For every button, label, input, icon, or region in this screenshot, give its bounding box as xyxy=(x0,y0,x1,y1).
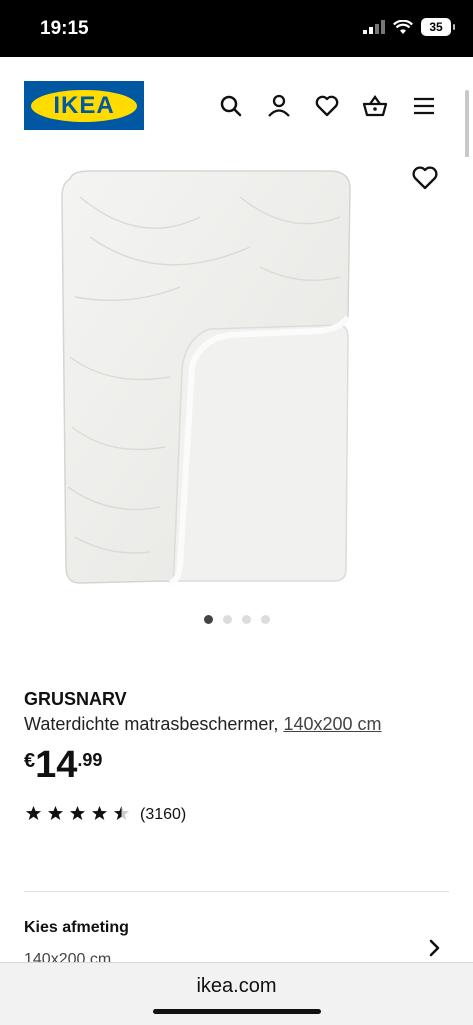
chevron-right-icon[interactable] xyxy=(424,938,444,958)
star-icon xyxy=(114,806,129,820)
url-text[interactable]: ikea.com xyxy=(0,975,473,998)
product-name: GRUSNARV xyxy=(24,689,127,709)
status-icons: 35 xyxy=(363,18,455,36)
price-currency: € xyxy=(24,750,36,772)
status-time: 19:15 xyxy=(40,18,89,39)
product-type: Waterdichte matrasbeschermer, xyxy=(24,714,284,734)
logo-text: IKEA xyxy=(31,89,137,122)
gallery-dot[interactable] xyxy=(241,615,251,624)
star-icon xyxy=(70,806,85,820)
gallery-dot[interactable] xyxy=(260,615,270,624)
heart-icon[interactable] xyxy=(314,93,340,119)
product-image[interactable] xyxy=(0,157,473,607)
star-icon xyxy=(92,806,107,820)
site-header: IKEA xyxy=(0,57,473,157)
product-price: € 14 .99 xyxy=(24,744,102,786)
search-icon[interactable] xyxy=(218,93,244,119)
gallery-dot[interactable] xyxy=(203,615,213,624)
product-description: Waterdichte matrasbeschermer, 140x200 cm xyxy=(24,714,382,735)
signal-icon xyxy=(363,20,385,34)
gallery-pagination[interactable] xyxy=(0,615,473,624)
battery-indicator: 35 xyxy=(421,18,455,36)
ikea-logo[interactable]: IKEA xyxy=(24,81,144,130)
star-icon xyxy=(26,806,41,820)
menu-icon[interactable] xyxy=(411,93,437,119)
profile-icon[interactable] xyxy=(266,93,292,119)
product-size-link[interactable]: 140x200 cm xyxy=(283,714,381,734)
gallery-dot[interactable] xyxy=(222,615,232,624)
basket-icon[interactable] xyxy=(362,93,388,119)
rating-stars[interactable] xyxy=(24,805,131,821)
rating-count[interactable]: (3160) xyxy=(140,806,186,824)
mattress-protector-illustration xyxy=(61,170,351,586)
price-integer: 14 xyxy=(35,744,78,786)
home-indicator[interactable] xyxy=(153,1009,321,1014)
size-select-label[interactable]: Kies afmeting xyxy=(24,919,129,937)
status-bar: 19:15 35 xyxy=(0,0,473,57)
favorite-heart-icon[interactable] xyxy=(410,163,440,191)
star-icon xyxy=(48,806,63,820)
browser-address-bar[interactable]: ikea.com xyxy=(0,962,473,1025)
price-decimal: .99 xyxy=(77,750,103,770)
wifi-icon xyxy=(393,19,413,34)
divider xyxy=(24,891,449,892)
